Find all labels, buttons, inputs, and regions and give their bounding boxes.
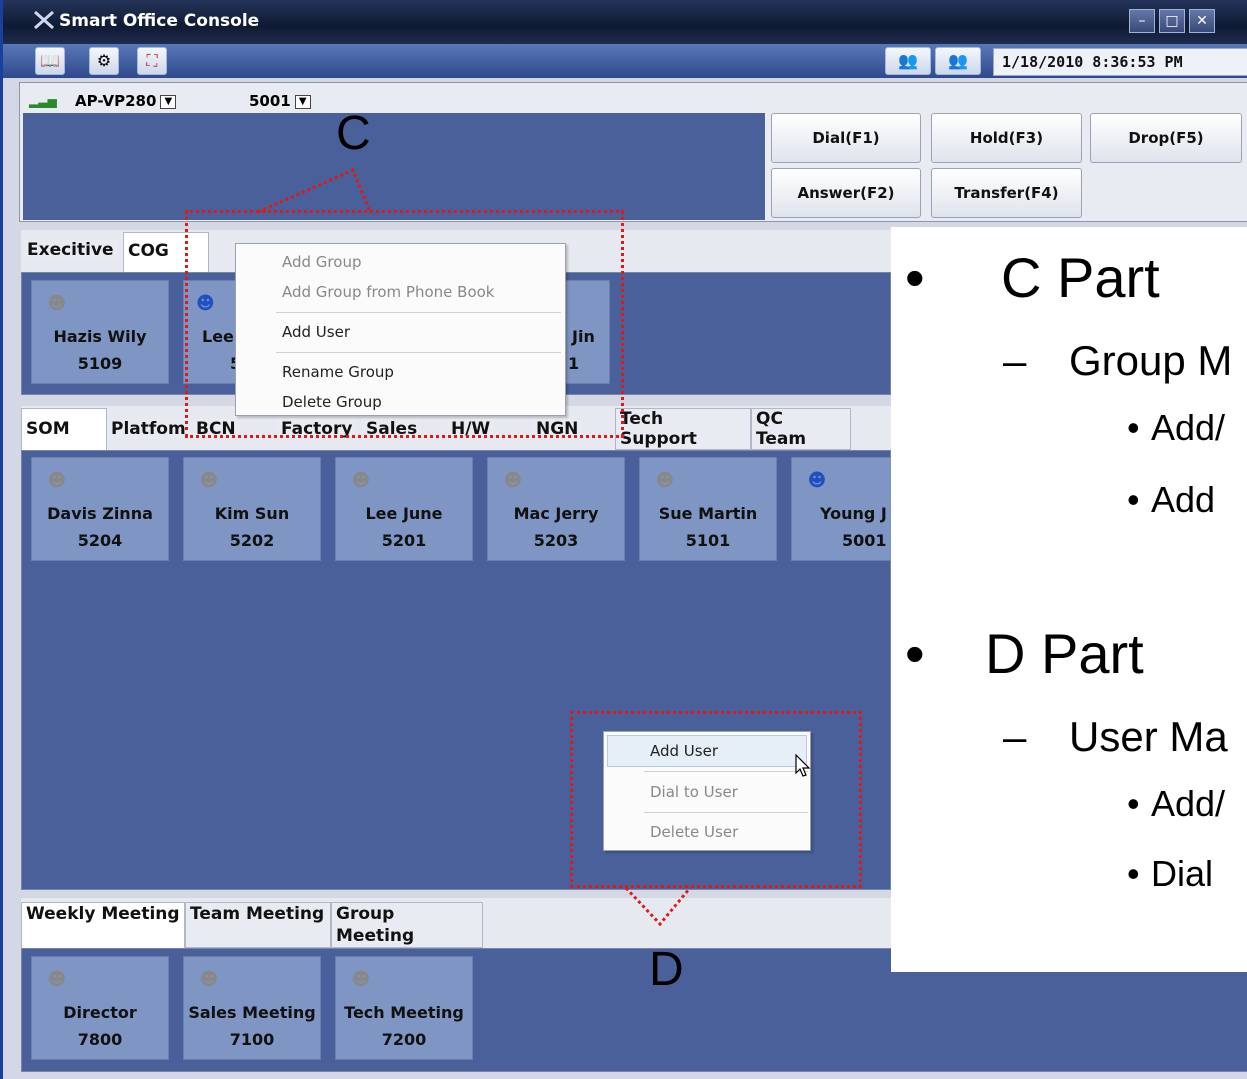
c-part-sub: Group M — [1069, 337, 1233, 384]
device-select[interactable]: AP-VP280 ▼ — [75, 92, 177, 110]
bullet-dot: • — [1127, 479, 1140, 520]
user-card[interactable]: ☻ Hazis Wily 5109 — [31, 280, 169, 384]
drop-button[interactable]: Drop(F5) — [1090, 113, 1242, 163]
tab-platfom[interactable]: Platfom — [107, 419, 190, 439]
app-window: Smart Office Console – □ ✕ 📖 ⚙ ⛶ 👥 👥 1/1… — [0, 0, 1247, 1079]
meeting-card[interactable]: ☻ Tech Meeting 7200 — [335, 956, 473, 1060]
fullscreen-icon[interactable]: ⛶ — [137, 47, 167, 75]
slide-overlay: • C Part – Group M • Add/ • Add • D Part… — [891, 227, 1247, 972]
line-display — [23, 113, 765, 220]
chevron-down-icon[interactable]: ▼ — [160, 94, 177, 109]
bullet-dot: • — [1127, 853, 1140, 894]
window-title: Smart Office Console — [59, 11, 260, 31]
app-logo-icon — [34, 10, 54, 30]
callout-c-pointer — [257, 168, 372, 214]
dial-button[interactable]: Dial(F1) — [771, 113, 921, 163]
meeting-icon: ☻ — [199, 969, 219, 990]
user-offline-icon: ☻ — [655, 470, 675, 491]
extension-select-value: 5001 — [249, 92, 291, 110]
user-number: 5203 — [533, 531, 579, 550]
extension-select[interactable]: 5001 ▼ — [249, 92, 311, 110]
user-name: Mac Jerry — [513, 504, 599, 523]
user-offline-icon: ☻ — [47, 470, 67, 491]
user-name: Sue Martin — [658, 504, 758, 523]
callout-d-box — [570, 711, 862, 888]
user-card[interactable]: ☻ Kim Sun 5202 — [183, 457, 321, 561]
meeting-number: 7800 — [77, 1030, 123, 1049]
callout-d-label: D — [649, 943, 684, 996]
callout-d-pointer — [624, 886, 692, 927]
meeting-name: Director — [63, 1003, 137, 1022]
user-card[interactable]: ☻ Young J 5001 — [791, 457, 891, 561]
users-icon[interactable]: 👥 — [885, 47, 931, 75]
user-card[interactable]: ☻ Mac Jerry 5203 — [487, 457, 625, 561]
d-part-bullet-2: Dial — [1151, 853, 1214, 894]
c-part-bullet-1: Add/ — [1151, 407, 1226, 448]
callout-c-label: C — [336, 107, 371, 160]
user-number: 5101 — [685, 531, 731, 550]
d-part-bullet-1: Add/ — [1151, 783, 1226, 824]
tab-execitive[interactable]: Execitive — [23, 240, 118, 260]
meeting-card[interactable]: ☻ Sales Meeting 7100 — [183, 956, 321, 1060]
dash-bullet: – — [1003, 713, 1027, 760]
tab-som[interactable]: SOM — [21, 408, 107, 450]
bullet-dot: • — [1127, 407, 1140, 448]
minimize-button[interactable]: – — [1129, 9, 1155, 33]
meeting-name: Tech Meeting — [344, 1003, 464, 1022]
user-name: Young J — [820, 504, 887, 523]
tab-tech-support[interactable]: Tech Support — [615, 408, 751, 450]
d-part-sub: User Ma — [1069, 713, 1228, 760]
user-card[interactable]: ☻ Davis Zinna 5204 — [31, 457, 169, 561]
bullet-dot: • — [905, 622, 925, 685]
meeting-number: 7200 — [381, 1030, 427, 1049]
title-bar[interactable]: Smart Office Console – □ ✕ — [3, 0, 1247, 44]
user-online-icon: ☻ — [807, 470, 827, 491]
bullet-dot: • — [1127, 783, 1140, 824]
device-select-value: AP-VP280 — [75, 92, 157, 110]
phonebook-icon[interactable]: 📖 — [35, 47, 65, 75]
meeting-name: Sales Meeting — [188, 1003, 316, 1022]
meeting-icon: ☻ — [47, 969, 67, 990]
meeting-card[interactable]: ☻ Director 7800 — [31, 956, 169, 1060]
user-offline-icon: ☻ — [199, 470, 219, 491]
maximize-button[interactable]: □ — [1159, 9, 1185, 33]
close-button[interactable]: ✕ — [1189, 9, 1215, 33]
toolbar: 📖 ⚙ ⛶ 👥 👥 1/18/2010 8:36:53 PM — [3, 44, 1247, 78]
meeting-icon: ☻ — [351, 969, 371, 990]
d-part-heading: D Part — [985, 622, 1144, 685]
user-number: 5202 — [229, 531, 275, 550]
chevron-down-icon[interactable]: ▼ — [294, 94, 311, 109]
hold-button[interactable]: Hold(F3) — [931, 113, 1082, 163]
user-number: 5201 — [381, 531, 427, 550]
callout-c-box — [185, 210, 624, 438]
user-card[interactable]: ☻ Lee June 5201 — [335, 457, 473, 561]
datetime-display: 1/18/2010 8:36:53 PM — [993, 48, 1247, 76]
user-name: Hazis Wily — [53, 327, 147, 346]
user-offline-icon: ☻ — [351, 470, 371, 491]
signal-icon: ▂▃▅ — [29, 94, 57, 108]
user-number: 5001 — [842, 531, 887, 550]
bullet-dot: • — [905, 246, 925, 309]
dash-bullet: – — [1003, 337, 1027, 384]
transfer-button[interactable]: Transfer(F4) — [931, 168, 1082, 218]
meeting-number: 7100 — [229, 1030, 275, 1049]
user-number: 5109 — [77, 354, 123, 373]
user-offline-icon: ☻ — [47, 293, 67, 314]
gear-icon[interactable]: ⚙ — [89, 47, 119, 75]
c-part-bullet-2: Add — [1151, 479, 1216, 520]
tab-team-meeting[interactable]: Team Meeting — [185, 902, 331, 948]
tab-weekly-meeting[interactable]: Weekly Meeting — [21, 902, 185, 948]
user-card[interactable]: ☻ Sue Martin 5101 — [639, 457, 777, 561]
tab-qc-team[interactable]: QC Team — [751, 408, 851, 450]
user-name: Lee June — [365, 504, 443, 523]
user-settings-icon[interactable]: 👥 — [935, 47, 981, 75]
user-offline-icon: ☻ — [503, 470, 523, 491]
user-name: Kim Sun — [214, 504, 290, 523]
user-name: Davis Zinna — [47, 504, 153, 523]
user-number: 5204 — [77, 531, 123, 550]
c-part-heading: C Part — [1001, 246, 1160, 309]
answer-button[interactable]: Answer(F2) — [771, 168, 921, 218]
tab-group-meeting[interactable]: Group Meeting — [331, 902, 483, 948]
